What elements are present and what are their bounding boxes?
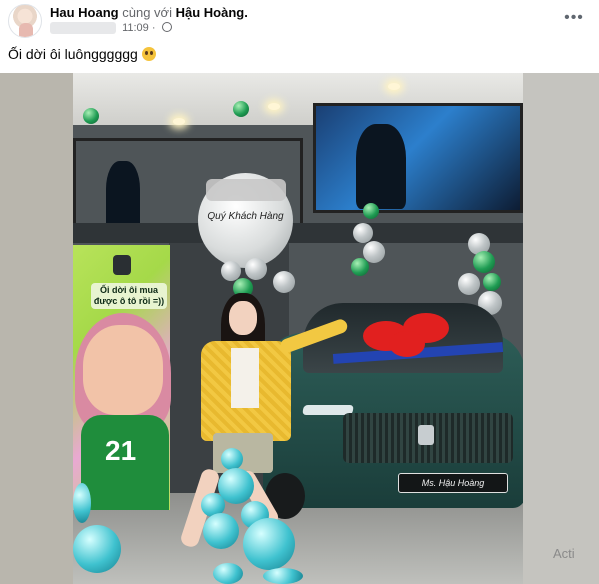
author-line: Hau Hoang cùng với Hậu Hoàng. <box>50 5 248 20</box>
balloon <box>233 101 249 117</box>
balloon <box>273 271 295 293</box>
balloon <box>483 273 501 291</box>
balloon <box>263 568 303 584</box>
balloon <box>473 251 495 273</box>
balloon <box>221 448 243 470</box>
balloon <box>213 563 243 584</box>
photo-margin-left <box>0 73 73 584</box>
post-photo[interactable]: Ối dời ôi mua được ô tô rồi =)) 21 Quý K… <box>73 73 523 584</box>
balloon <box>245 258 267 280</box>
balloon <box>458 273 480 295</box>
post-meta: 11:09 · <box>50 22 172 36</box>
wall-band <box>73 223 523 243</box>
post-time[interactable]: 11:09 <box>122 22 149 34</box>
balloon <box>73 483 91 523</box>
post-header: Hau Hoang cùng với Hậu Hoàng. 11:09 · ••… <box>0 0 599 42</box>
license-plate: Ms. Hậu Hoàng <box>398 473 508 493</box>
balloon <box>351 258 369 276</box>
globe-icon <box>161 22 172 32</box>
photo-margin-right <box>523 73 599 584</box>
caption-text: Ối dời ôi luôngggggg <box>8 46 138 62</box>
blurred-balloon-text <box>206 179 286 201</box>
message-balloon: Quý Khách Hàng <box>198 173 293 268</box>
ceiling-light <box>268 103 280 110</box>
jersey-number: 21 <box>105 435 137 466</box>
avatar[interactable] <box>8 4 42 38</box>
car: Ms. Hậu Hoàng <box>263 293 523 519</box>
activation-watermark: Acti <box>553 546 575 561</box>
screen-figure <box>356 124 406 209</box>
with-text: cùng với <box>122 5 172 20</box>
more-options-button[interactable]: ••• <box>561 8 587 28</box>
balloon <box>353 223 373 243</box>
balloon-text: Quý Khách Hàng <box>207 211 284 222</box>
tagged-name[interactable]: Hậu Hoàng. <box>176 5 248 20</box>
balloon <box>363 203 379 219</box>
balloon <box>83 108 99 124</box>
brand-logo <box>113 255 131 275</box>
screen-figure <box>106 161 140 230</box>
author-name[interactable]: Hau Hoang <box>50 5 119 20</box>
balloon <box>73 525 121 573</box>
ceiling-light <box>173 118 185 125</box>
balloon <box>243 518 295 570</box>
shirt <box>231 348 259 408</box>
showroom-screen <box>313 103 523 213</box>
blurred-date <box>50 22 116 35</box>
post-caption: Ối dời ôi luôngggggg <box>8 46 156 62</box>
meta-dot: · <box>151 22 156 34</box>
bow-loop <box>389 331 425 357</box>
emoji-icon <box>141 47 156 61</box>
red-bow <box>363 313 453 359</box>
face <box>229 301 257 335</box>
balloon <box>203 513 239 549</box>
car-logo-icon <box>418 425 434 445</box>
ceiling-light <box>388 83 400 90</box>
